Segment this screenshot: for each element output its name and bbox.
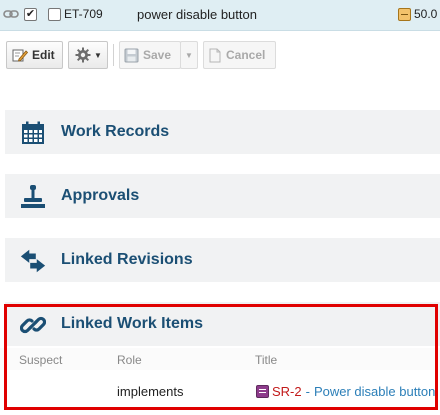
work-item-title: power disable button [137,7,257,22]
toolbar-divider [113,44,114,66]
linked-item-id[interactable]: SR-2 [272,384,302,399]
requirement-icon [256,385,269,398]
linked-item-title-link[interactable]: Power disable button [314,384,435,399]
calendar-icon [19,120,47,146]
edit-button[interactable]: Edit [6,41,63,69]
save-label: Save [143,48,172,62]
work-item-id[interactable]: ET-709 [64,7,103,21]
work-item-header-row: ✔ ET-709 power disable button 50.0 [0,0,440,31]
column-header-title[interactable]: Title [255,353,277,367]
work-item-value: 50.0 [414,7,438,21]
table-row: implements SR-2 - Power disable button [0,372,440,408]
cancel-document-icon [209,48,221,62]
role-cell: implements [117,384,184,399]
cancel-label: Cancel [226,48,266,62]
section-approvals[interactable]: Approvals [5,174,440,218]
title-cell[interactable]: SR-2 - Power disable button [256,384,435,399]
cancel-button[interactable]: Cancel [203,41,276,69]
chevron-down-icon: ▼ [94,50,102,60]
item-checkbox[interactable] [48,8,61,21]
section-linked-work-items[interactable]: Linked Work Items [5,302,440,346]
id-title-separator: - [305,384,310,399]
arrows-swap-icon [19,248,47,274]
edit-label: Edit [32,48,55,62]
toolbar: Edit ▼ Save ▼ Cancel [0,41,440,71]
section-title: Linked Work Items [61,315,203,332]
section-title: Linked Revisions [61,251,193,268]
actions-menu-button[interactable]: ▼ [68,41,108,69]
floppy-disk-icon [124,48,139,62]
link-icon[interactable] [3,8,19,20]
section-title: Work Records [61,123,170,140]
chain-link-icon [19,312,47,338]
section-title: Approvals [61,187,140,204]
stamp-icon [19,184,47,210]
save-button[interactable]: Save [119,41,181,69]
save-options-dropdown[interactable]: ▼ [180,41,198,69]
edit-icon [12,49,28,62]
select-checkbox[interactable]: ✔ [24,8,37,21]
section-linked-revisions[interactable]: Linked Revisions [5,238,440,282]
table-header: Suspect Role Title [0,348,440,370]
column-header-suspect[interactable]: Suspect [19,353,62,367]
status-icon [398,8,411,21]
column-header-role[interactable]: Role [117,353,142,367]
gear-icon [75,47,91,63]
chevron-down-icon: ▼ [185,50,193,60]
section-work-records[interactable]: Work Records [5,110,440,154]
